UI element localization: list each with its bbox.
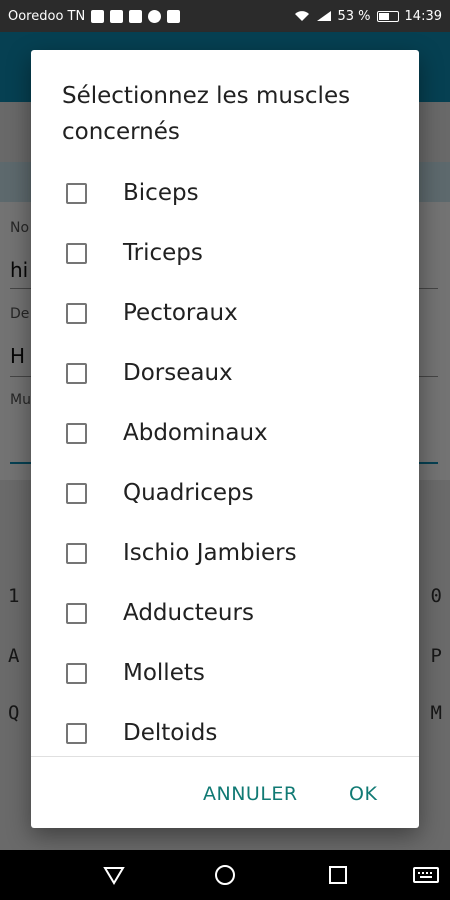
checkbox[interactable] (66, 422, 87, 444)
facebook-icon (91, 9, 105, 23)
option-abdominaux[interactable]: Abdominaux (31, 403, 419, 463)
image-icon (167, 9, 181, 23)
dialog-divider (31, 756, 419, 757)
option-ischio-jambiers[interactable]: Ischio Jambiers (31, 523, 419, 583)
dialog-title: Sélectionnez les muscles concernés (62, 83, 351, 145)
muscle-select-dialog: Sélectionnez les muscles concernés Bicep… (31, 50, 419, 828)
option-triceps[interactable]: Triceps (31, 223, 419, 283)
status-bar: Ooredoo TN 53 % 14:39 (0, 0, 450, 32)
option-dorseaux[interactable]: Dorseaux (31, 343, 419, 403)
option-label: Abdominaux (123, 420, 268, 446)
status-bar-left: Ooredoo TN (8, 8, 181, 24)
recents-icon[interactable] (326, 863, 350, 887)
signal-icon (316, 11, 331, 21)
carrier-name: Ooredoo TN (8, 8, 86, 24)
option-label: Mollets (123, 660, 205, 686)
option-adducteurs[interactable]: Adducteurs (31, 583, 419, 643)
option-label: Dorseaux (123, 360, 233, 386)
checkbox[interactable] (66, 182, 87, 204)
messenger-icon (148, 9, 162, 23)
option-label: Ischio Jambiers (123, 540, 297, 566)
wifi-icon (294, 11, 309, 21)
battery-percent: 53 % (337, 8, 371, 24)
option-label: Deltoids (123, 720, 218, 746)
checkbox[interactable] (66, 542, 87, 564)
checkbox[interactable] (66, 662, 87, 684)
option-mollets[interactable]: Mollets (31, 643, 419, 703)
checkbox[interactable] (66, 482, 87, 504)
option-label: Quadriceps (123, 480, 254, 506)
option-label: Biceps (123, 180, 199, 206)
checkbox[interactable] (66, 302, 87, 324)
option-quadriceps[interactable]: Quadriceps (31, 463, 419, 523)
facebook-icon (110, 9, 124, 23)
checkbox[interactable] (66, 242, 87, 264)
checkbox[interactable] (66, 722, 87, 744)
sim-icon (129, 9, 143, 23)
checkbox[interactable] (66, 602, 87, 624)
option-deltoids[interactable]: Deltoids (31, 703, 419, 763)
keyboard-icon[interactable] (413, 863, 439, 887)
clock: 14:39 (404, 8, 442, 24)
option-label: Triceps (123, 240, 203, 266)
home-icon[interactable] (213, 863, 237, 887)
option-label: Pectoraux (123, 300, 238, 326)
checkbox[interactable] (66, 362, 87, 384)
battery-icon (376, 10, 399, 22)
option-pectoraux[interactable]: Pectoraux (31, 283, 419, 343)
option-biceps[interactable]: Biceps (31, 163, 419, 223)
option-label: Adducteurs (123, 600, 254, 626)
ok-button[interactable]: OK (349, 772, 377, 816)
status-bar-right: 53 % 14:39 (294, 8, 442, 24)
navigation-bar (0, 850, 450, 900)
back-icon[interactable] (102, 863, 126, 887)
cancel-button[interactable]: ANNULER (203, 772, 298, 816)
